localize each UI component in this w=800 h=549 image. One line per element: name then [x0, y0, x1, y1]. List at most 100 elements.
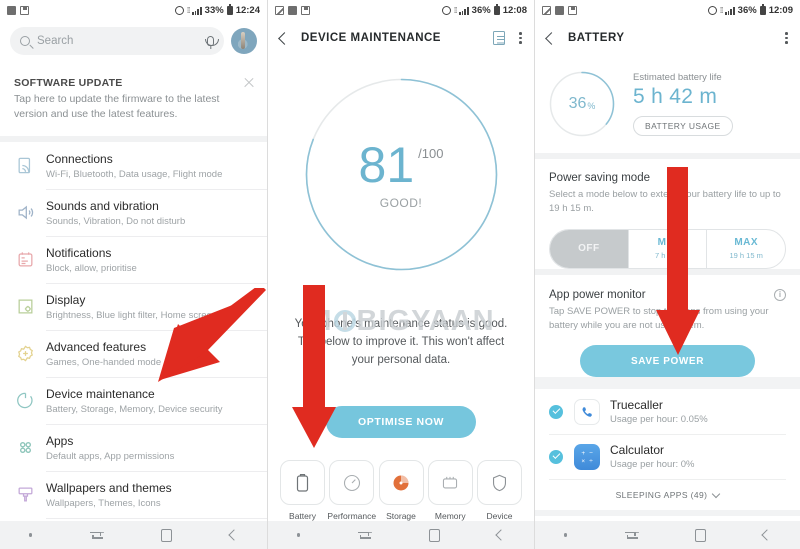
avatar[interactable]: [231, 28, 257, 54]
back-icon[interactable]: [278, 31, 291, 45]
sidebar-item-label: Sounds and vibration: [46, 198, 159, 213]
status-bar-left: ⁞⁞ 33% 12:24: [0, 0, 267, 21]
power-mode-max[interactable]: MAX 19 h 15 m: [706, 229, 785, 268]
sidebar-item-display[interactable]: Display Brightness, Blue light filter, H…: [0, 283, 267, 330]
display-icon: [12, 297, 38, 316]
sidebar-item-sub: Block, allow, prioritise: [46, 262, 137, 274]
document-icon[interactable]: [493, 31, 506, 45]
no-sim-icon: ⁞⁞: [453, 6, 458, 15]
back-icon[interactable]: [495, 529, 507, 541]
save-power-button[interactable]: SAVE POWER: [580, 345, 755, 377]
folder-icon: [288, 6, 297, 15]
device-maintenance-screen: ⁞⁞ 36% 12:08 DEVICE MAINTENANCE 81 /100 …: [267, 0, 534, 549]
sleeping-apps-label: SLEEPING APPS (49): [615, 490, 708, 500]
sidebar-item-sub: Sounds, Vibration, Do not disturb: [46, 215, 186, 227]
recents-icon[interactable]: [624, 530, 638, 541]
battery-body: 36 % Estimated battery life 5 h 42 m BAT…: [535, 55, 800, 549]
app-name: Truecaller: [610, 398, 663, 412]
no-sim-icon: ⁞⁞: [719, 6, 724, 15]
status-left-icons: [275, 6, 310, 15]
software-update-banner[interactable]: SOFTWARE UPDATE Tap here to update the f…: [0, 65, 267, 137]
folder-icon: [7, 6, 16, 15]
battery-screen: ⁞⁞ 36% 12:09 BATTERY 36 % Estimated batt…: [534, 0, 800, 549]
alarm-icon: [174, 6, 184, 15]
kebab-menu-icon[interactable]: [785, 31, 788, 45]
alarm-icon: [707, 6, 717, 15]
back-icon[interactable]: [228, 529, 240, 541]
percent-symbol: %: [587, 101, 596, 111]
sleeping-apps-row[interactable]: SLEEPING APPS (49): [535, 479, 800, 510]
sidebar-item-sub: Brightness, Blue light filter, Home scre…: [46, 309, 218, 321]
back-icon[interactable]: [545, 31, 558, 45]
score-value-row: 81 /100: [359, 140, 444, 190]
sidebar-item-label: Advanced features: [46, 339, 147, 354]
back-icon[interactable]: [761, 529, 773, 541]
mic-icon[interactable]: [204, 36, 219, 46]
app-power-monitor-section: App power monitor i Tap SAVE POWER to st…: [535, 274, 800, 377]
device-maintenance-icon: [12, 391, 38, 410]
search-icon: [20, 36, 30, 46]
app-usage: Usage per hour: 0.05%: [610, 414, 708, 425]
power-mode-label: MID: [657, 237, 678, 248]
storage-icon: [378, 460, 424, 506]
dot-icon[interactable]: [28, 533, 33, 537]
estimate-label: Estimated battery life: [633, 72, 722, 83]
app-power-list: Truecaller Usage per hour: 0.05% + − × ÷: [535, 389, 800, 479]
checkbox-checked-icon[interactable]: [549, 404, 563, 419]
sidebar-item-label: Wallpapers and themes: [46, 480, 172, 495]
sidebar-item-apps[interactable]: Apps Default apps, App permissions: [0, 424, 267, 471]
software-update-title: SOFTWARE UPDATE: [14, 77, 123, 89]
battery-percent-mid: 36%: [471, 5, 491, 16]
battery-icon: [493, 4, 500, 16]
sidebar-item-wallpapers-and-themes[interactable]: Wallpapers and themes Wallpapers, Themes…: [0, 471, 267, 518]
settings-screen: ⁞⁞ 33% 12:24 Search SOFTWARE UPDATE Tap …: [0, 0, 267, 549]
home-icon[interactable]: [694, 528, 706, 542]
no-sim-icon: ⁞⁞: [186, 6, 191, 15]
home-icon[interactable]: [161, 528, 173, 542]
info-icon[interactable]: i: [774, 288, 786, 301]
sidebar-item-connections[interactable]: Connections Wi-Fi, Bluetooth, Data usage…: [0, 142, 267, 189]
status-right-icons: ⁞⁞ 36% 12:08: [441, 4, 527, 16]
app-name: Calculator: [610, 443, 665, 457]
score-text: 81 /100 GOOD!: [304, 77, 499, 272]
maintenance-score-gauge: 81 /100 GOOD!: [304, 77, 499, 272]
home-icon[interactable]: [428, 528, 440, 542]
nav-bar-right: [535, 521, 800, 549]
software-update-desc: Tap here to update the firmware to the l…: [14, 93, 220, 121]
sidebar-item-label: Connections: [46, 151, 113, 166]
recents-icon[interactable]: [357, 530, 371, 541]
nav-bar-mid: [268, 521, 534, 549]
battery-percent-left: 33%: [204, 5, 224, 16]
optimise-now-button[interactable]: OPTIMISE NOW: [326, 406, 476, 439]
sidebar-item-advanced-features[interactable]: Advanced features Games, One-handed mode: [0, 330, 267, 377]
svg-text:−: −: [589, 450, 593, 457]
search-input[interactable]: Search: [10, 27, 224, 55]
status-left-icons: [542, 6, 577, 15]
sound-icon: [12, 203, 38, 222]
close-icon[interactable]: [243, 76, 255, 88]
list-item[interactable]: + − × ÷ Calculator Usage per hour: 0%: [535, 434, 800, 479]
status-right-icons: ⁞⁞ 36% 12:09: [707, 4, 793, 16]
maintenance-description: Your phone's maintenance status is good.…: [294, 318, 508, 366]
score-denominator: /100: [418, 145, 444, 161]
signal-icon: [459, 6, 469, 15]
recents-icon[interactable]: [90, 530, 104, 541]
list-item[interactable]: Truecaller Usage per hour: 0.05%: [535, 389, 800, 434]
picture-icon: [275, 6, 284, 15]
clock-mid: 12:08: [502, 5, 527, 16]
dot-icon[interactable]: [563, 533, 568, 537]
sidebar-item-sub: Wi-Fi, Bluetooth, Data usage, Flight mod…: [46, 168, 223, 180]
dot-icon[interactable]: [296, 533, 301, 537]
alarm-icon: [441, 6, 451, 15]
checkbox-checked-icon[interactable]: [549, 449, 563, 464]
kebab-menu-icon[interactable]: [519, 31, 522, 45]
sidebar-item-device-maintenance[interactable]: Device maintenance Battery, Storage, Mem…: [0, 377, 267, 424]
sidebar-item-sounds-and-vibration[interactable]: Sounds and vibration Sounds, Vibration, …: [0, 189, 267, 236]
row-text: Sounds and vibration Sounds, Vibration, …: [46, 199, 185, 227]
sidebar-item-notifications[interactable]: Notifications Block, allow, prioritise: [0, 236, 267, 283]
battery-usage-button[interactable]: BATTERY USAGE: [633, 116, 733, 136]
nav-bar-left: [0, 521, 267, 549]
power-mode-mid[interactable]: MID 7 h 5 m: [627, 229, 707, 268]
power-mode-off[interactable]: OFF: [550, 229, 628, 268]
power-mode-sub: 19 h 15 m: [729, 251, 763, 260]
